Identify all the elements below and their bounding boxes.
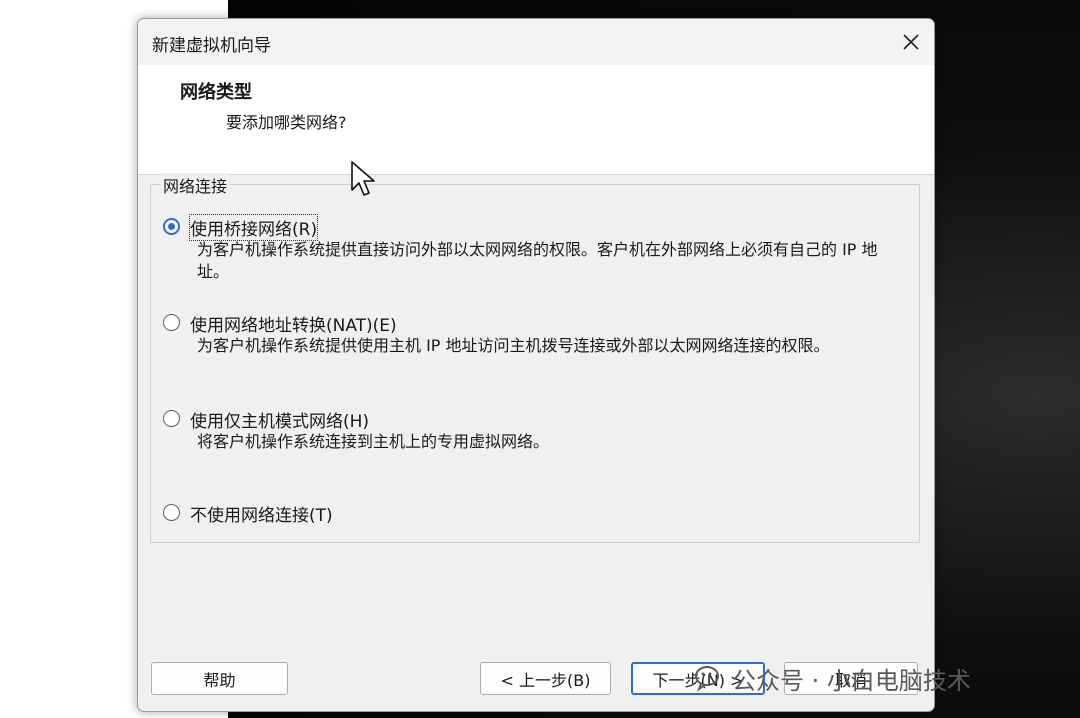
network-connection-group: 网络连接 使用桥接网络(R) 为客户机操作系统提供直接访问外部以太网网络的权限。… bbox=[150, 173, 920, 543]
option-bridged-label[interactable]: 使用桥接网络(R) bbox=[188, 214, 319, 241]
mouse-pointer-icon bbox=[351, 161, 375, 196]
page-subtitle: 要添加哪类网络? bbox=[226, 113, 347, 132]
radio-no-network[interactable] bbox=[163, 504, 180, 521]
close-button[interactable] bbox=[894, 25, 928, 59]
option-host-only-desc: 将客户机操作系统连接到主机上的专用虚拟网络。 bbox=[197, 432, 550, 451]
option-host-only-label[interactable]: 使用仅主机模式网络(H) bbox=[190, 407, 369, 432]
option-nat-desc: 为客户机操作系统提供使用主机 IP 地址访问主机拨号连接或外部以太网网络连接的权… bbox=[197, 336, 830, 355]
wechat-logo-icon bbox=[695, 666, 719, 692]
radio-bridged[interactable] bbox=[163, 218, 180, 235]
page-title: 网络类型 bbox=[180, 82, 252, 103]
group-label: 网络连接 bbox=[161, 173, 230, 197]
watermark: 公众号 · 小白电脑技术 bbox=[694, 655, 971, 701]
radio-nat[interactable] bbox=[163, 314, 180, 331]
watermark-text: 公众号 · 小白电脑技术 bbox=[732, 666, 971, 695]
window-title: 新建虚拟机向导 bbox=[152, 36, 271, 56]
radio-host-only[interactable] bbox=[163, 410, 180, 427]
option-bridged-desc: 为客户机操作系统提供直接访问外部以太网网络的权限。客户机在外部网络上必须有自己的… bbox=[197, 240, 878, 281]
help-button[interactable]: 帮助 bbox=[151, 662, 288, 695]
back-button[interactable]: < 上一步(B) bbox=[480, 662, 611, 695]
option-no-network-label[interactable]: 不使用网络连接(T) bbox=[190, 501, 333, 526]
close-icon bbox=[903, 34, 919, 50]
wizard-header: 网络类型 要添加哪类网络? bbox=[138, 65, 934, 175]
option-nat-label[interactable]: 使用网络地址转换(NAT)(E) bbox=[190, 311, 397, 336]
title-bar: 新建虚拟机向导 bbox=[138, 19, 934, 65]
new-vm-wizard-dialog: 新建虚拟机向导 网络类型 要添加哪类网络? 网络连接 使用桥接网络(R) 为客户… bbox=[137, 18, 935, 712]
